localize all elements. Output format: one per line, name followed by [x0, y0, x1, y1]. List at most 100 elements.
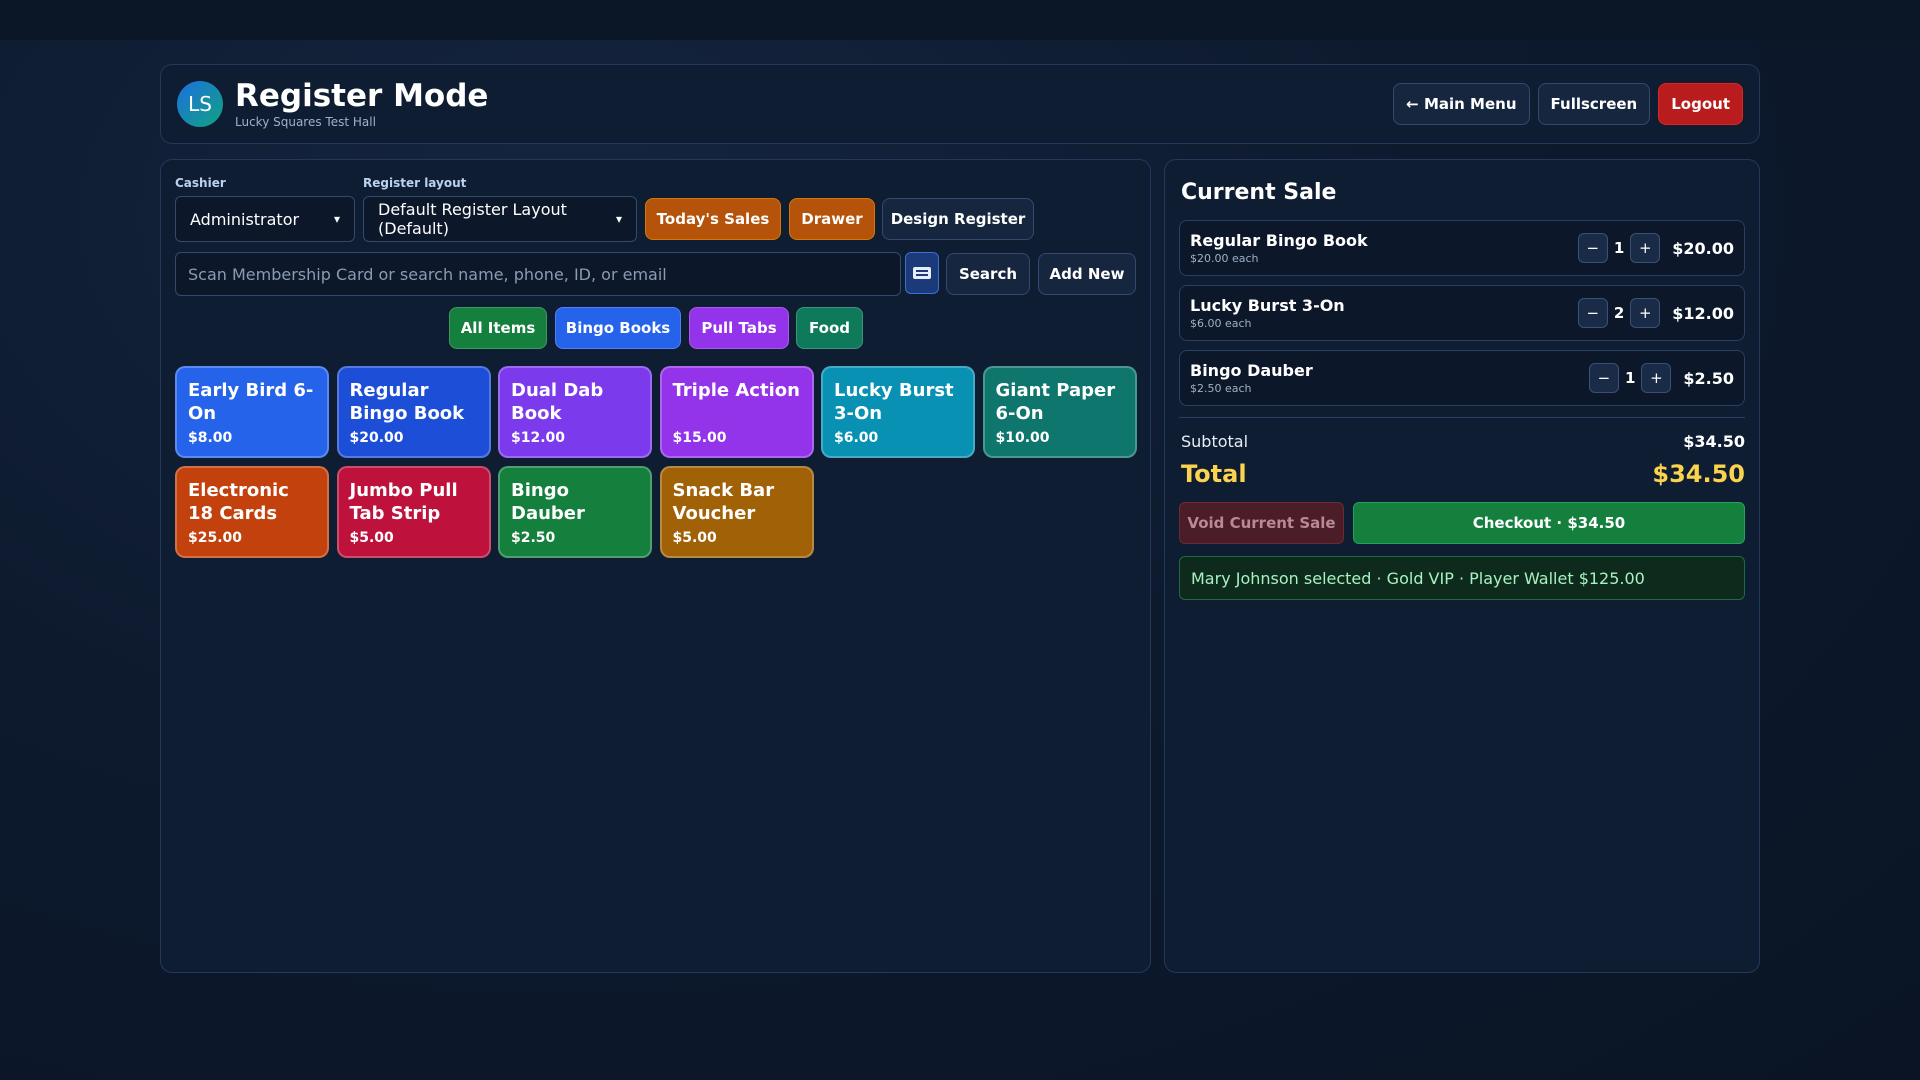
line-item-unit-price: $6.00 each: [1190, 317, 1252, 330]
product-name: Regular Bingo Book: [349, 380, 465, 424]
line-item-text: Bingo Dauber $2.50 each: [1190, 361, 1313, 395]
cashier-value: Administrator: [190, 209, 300, 229]
quantity-stepper: −2 + $12.00: [1577, 298, 1734, 328]
sale-title: Current Sale: [1181, 180, 1337, 205]
sale-line-item: Lucky Burst 3-On $6.00 each −2 + $12.00: [1179, 285, 1745, 341]
decrease-qty-button[interactable]: −: [1577, 298, 1608, 328]
product-price: $5.00: [672, 530, 717, 546]
decrease-qty-button[interactable]: −: [1588, 363, 1619, 393]
subtotal-value: $34.50: [1683, 432, 1745, 451]
product-price: $12.00: [511, 430, 566, 446]
decrease-qty-button[interactable]: −: [1577, 233, 1608, 263]
product-price: $20.00: [349, 430, 404, 446]
quantity-stepper: −1 + $20.00: [1577, 233, 1734, 263]
line-item-total: $12.00: [1672, 303, 1734, 323]
category-food[interactable]: Food: [796, 307, 863, 349]
header-actions: ← Main Menu Fullscreen Logout: [1393, 83, 1743, 125]
product-tile[interactable]: Regular Bingo Book $20.00: [336, 366, 491, 458]
hall-logo: LS: [177, 81, 223, 127]
line-item-text: Regular Bingo Book $20.00 each: [1190, 231, 1368, 265]
keyboard-button[interactable]: [905, 252, 939, 294]
checkout-button[interactable]: Checkout · $34.50: [1353, 502, 1745, 544]
chevron-down-icon: ▾: [333, 212, 340, 226]
product-price: $5.00: [349, 530, 394, 546]
app-header: LS Register Mode Lucky Squares Test Hall…: [160, 64, 1760, 144]
hall-name: Lucky Squares Test Hall: [235, 115, 376, 130]
fullscreen-button[interactable]: Fullscreen: [1537, 83, 1651, 125]
product-name: Jumbo Pull Tab Strip: [349, 480, 458, 524]
product-name: Snack Bar Voucher: [672, 480, 775, 524]
category-bingo-books[interactable]: Bingo Books: [555, 307, 681, 349]
design-register-button[interactable]: Design Register: [882, 198, 1034, 240]
subtotal-label: Subtotal: [1181, 432, 1249, 451]
divider: [1179, 417, 1745, 418]
product-price: $6.00: [834, 430, 879, 446]
product-price: $8.00: [188, 430, 233, 446]
product-tile[interactable]: Electronic 18 Cards $25.00: [175, 466, 329, 558]
keyboard-icon: [913, 267, 931, 279]
layout-value: Default Register Layout (Default): [378, 200, 567, 238]
line-item-qty: 1: [1613, 239, 1625, 257]
line-item-name: Bingo Dauber: [1190, 361, 1313, 380]
add-new-button[interactable]: Add New: [1038, 253, 1136, 295]
line-item-name: Lucky Burst 3-On: [1190, 296, 1345, 315]
total-label: Total: [1181, 460, 1247, 488]
product-tile[interactable]: Snack Bar Voucher $5.00: [659, 466, 814, 558]
line-item-qty: 2: [1613, 304, 1625, 322]
total-row: Total $34.50: [1181, 460, 1745, 488]
increase-qty-button[interactable]: +: [1630, 298, 1661, 328]
product-name: Giant Paper 6-On: [995, 380, 1116, 424]
product-tile[interactable]: Lucky Burst 3-On $6.00: [821, 366, 975, 458]
line-item-unit-price: $2.50 each: [1190, 382, 1252, 395]
product-tile[interactable]: Bingo Dauber $2.50: [498, 466, 652, 558]
line-item-text: Lucky Burst 3-On $6.00 each: [1190, 296, 1345, 330]
increase-qty-button[interactable]: +: [1641, 363, 1672, 393]
line-item-total: $2.50: [1683, 368, 1734, 388]
product-name: Electronic 18 Cards: [188, 480, 289, 524]
subtotal-row: Subtotal $34.50: [1181, 432, 1745, 451]
chevron-down-icon: ▾: [615, 212, 622, 226]
product-tile[interactable]: Jumbo Pull Tab Strip $5.00: [336, 466, 491, 558]
line-item-unit-price: $20.00 each: [1190, 252, 1259, 265]
drawer-button[interactable]: Drawer: [789, 198, 875, 240]
main-menu-button[interactable]: ← Main Menu: [1393, 83, 1530, 125]
top-strip: [0, 0, 1920, 40]
product-name: Bingo Dauber: [511, 480, 585, 524]
layout-label: Register layout: [363, 176, 467, 190]
product-name: Early Bird 6-On: [188, 380, 314, 424]
product-tile[interactable]: Early Bird 6-On $8.00: [175, 366, 329, 458]
layout-select[interactable]: Default Register Layout (Default) ▾: [363, 196, 637, 242]
product-price: $25.00: [188, 530, 243, 546]
product-tile[interactable]: Dual Dab Book $12.00: [498, 366, 652, 458]
line-item-total: $20.00: [1672, 238, 1734, 258]
total-value: $34.50: [1652, 460, 1745, 488]
logout-button[interactable]: Logout: [1658, 83, 1743, 125]
category-pull-tabs[interactable]: Pull Tabs: [689, 307, 789, 349]
line-item-qty: 1: [1624, 369, 1636, 387]
quantity-stepper: −1 + $2.50: [1588, 363, 1734, 393]
sale-line-item: Bingo Dauber $2.50 each −1 + $2.50: [1179, 350, 1745, 406]
title-block: Register Mode Lucky Squares Test Hall: [235, 79, 488, 129]
sale-line-item: Regular Bingo Book $20.00 each −1 + $20.00: [1179, 220, 1745, 276]
todays-sales-button[interactable]: Today's Sales: [645, 198, 781, 240]
member-search-input[interactable]: Scan Membership Card or search name, pho…: [175, 252, 901, 296]
search-button[interactable]: Search: [946, 253, 1030, 295]
category-all-items[interactable]: All Items: [449, 307, 547, 349]
line-item-name: Regular Bingo Book: [1190, 231, 1368, 250]
product-price: $10.00: [995, 430, 1050, 446]
product-name: Lucky Burst 3-On: [834, 380, 954, 424]
cashier-select[interactable]: Administrator ▾: [175, 196, 355, 242]
product-tile[interactable]: Triple Action $15.00: [659, 366, 814, 458]
customer-status: Mary Johnson selected · Gold VIP · Playe…: [1179, 556, 1745, 600]
product-tile[interactable]: Giant Paper 6-On $10.00: [982, 366, 1137, 458]
cashier-label: Cashier: [175, 176, 226, 190]
product-name: Dual Dab Book: [511, 380, 604, 424]
register-panel: Cashier Administrator ▾ Register layout …: [160, 159, 1151, 973]
page-title: Register Mode: [235, 77, 489, 114]
current-sale-panel: Current Sale Regular Bingo Book $20.00 ea…: [1164, 159, 1760, 973]
void-sale-button[interactable]: Void Current Sale: [1179, 502, 1344, 544]
product-name: Triple Action: [672, 380, 800, 401]
product-price: $15.00: [672, 430, 727, 446]
product-price: $2.50: [511, 530, 556, 546]
increase-qty-button[interactable]: +: [1630, 233, 1661, 263]
